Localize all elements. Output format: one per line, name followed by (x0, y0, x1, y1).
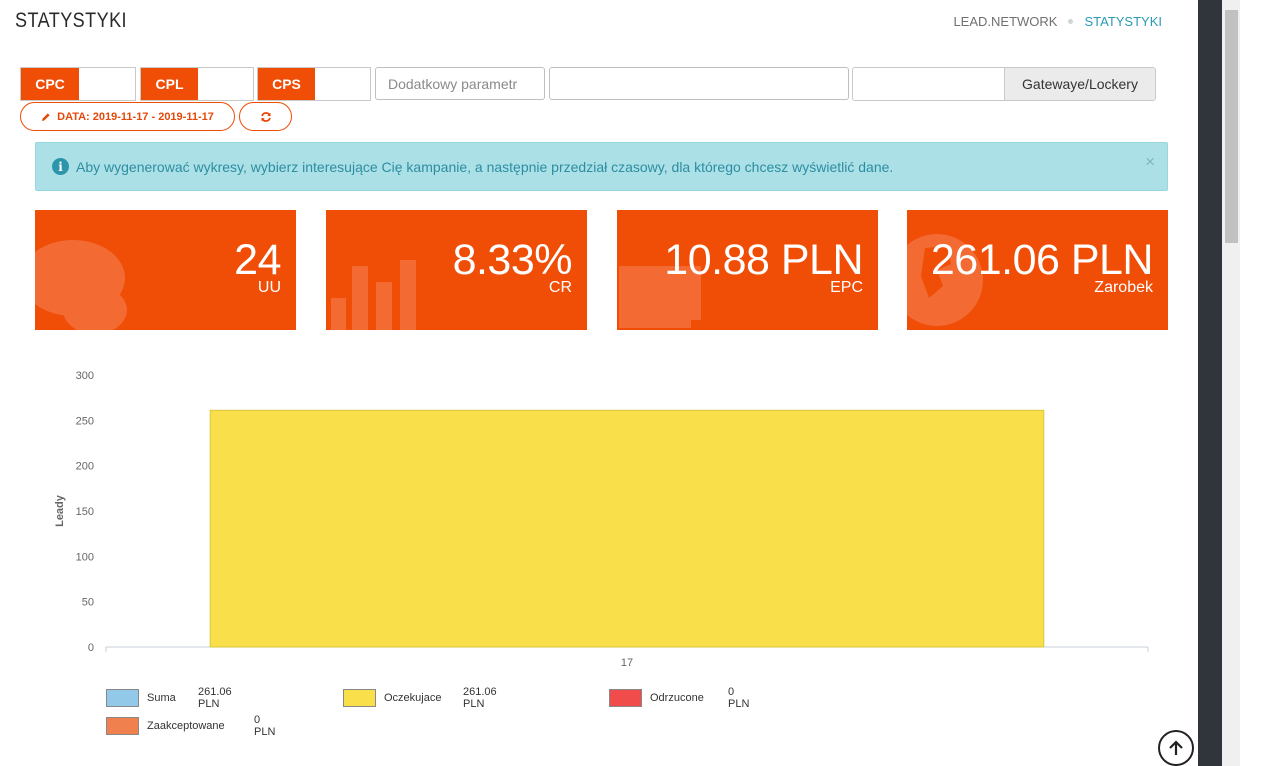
x-axis-labels: 17 (621, 657, 633, 669)
stat-label: EPC (830, 279, 863, 296)
breadcrumb: LEAD.NETWORK STATYSTYKI (953, 14, 1162, 29)
cpl-toggle[interactable]: CPL (140, 67, 254, 101)
legend-amount: 0 PLN (254, 714, 276, 738)
gateway-group: Gatewaye/Lockery (852, 67, 1156, 101)
breadcrumb-separator-dot (1068, 19, 1074, 24)
page-title: STATYSTYKI (15, 9, 128, 32)
y-axis-ticks: 0 50 100 150 200 250 300 (76, 370, 94, 654)
stat-tile-epc: 10.88 PLN EPC (617, 210, 878, 330)
y-tick-label: 250 (76, 415, 94, 427)
stat-value: 261.06 PLN (930, 236, 1154, 284)
stat-label: UU (257, 279, 281, 296)
pencil-icon (42, 112, 50, 121)
y-tick-label: 200 (76, 461, 94, 473)
stat-label: CR (548, 279, 572, 296)
arrow-up-circle-icon (1169, 740, 1183, 755)
window-margin (1240, 0, 1280, 766)
cpl-toggle-off[interactable] (198, 68, 253, 100)
legend-name: Odrzucone (650, 692, 704, 704)
stat-tile-uu: 24 UU (35, 210, 296, 330)
refresh-button[interactable] (239, 102, 292, 131)
stat-value: 24 (234, 236, 281, 284)
y-tick-label: 100 (76, 551, 94, 563)
legend-amount: 0 PLN (728, 686, 750, 710)
y-tick-label: 50 (82, 597, 94, 609)
y-tick-label: 300 (76, 370, 94, 382)
scroll-to-top-button[interactable] (1158, 730, 1194, 766)
cps-toggle[interactable]: CPS (257, 67, 371, 101)
legend-amount: 261.06 PLN (198, 686, 232, 710)
stat-tile-zarobek: 261.06 PLN Zarobek (907, 210, 1168, 330)
legend-item-zaakceptowane[interactable]: Zaakceptowane 0 PLN (106, 714, 275, 738)
legend-amount: 261.06 PLN (463, 686, 497, 710)
cpc-toggle[interactable]: CPC (20, 67, 136, 101)
cps-toggle-off[interactable] (315, 68, 370, 100)
bar-series (209, 409, 1045, 648)
legend-swatch (609, 689, 642, 707)
info-icon: i (52, 158, 69, 175)
legend-item-odrzucone[interactable]: Odrzucone 0 PLN (609, 686, 749, 710)
cpl-label[interactable]: CPL (141, 68, 198, 100)
legend-item-oczekujace[interactable]: Oczekujace 261.06 PLN (343, 686, 497, 710)
x-tick-label: 17 (621, 657, 633, 669)
alert-text: Aby wygenerować wykresy, wybierz interes… (76, 158, 894, 175)
legend-swatch (106, 717, 139, 735)
y-tick-label: 150 (76, 506, 94, 518)
legend-swatch (343, 689, 376, 707)
cpc-label[interactable]: CPC (21, 68, 79, 100)
breadcrumb-home[interactable]: LEAD.NETWORK (953, 14, 1057, 29)
scrollbar-thumb[interactable] (1225, 10, 1238, 243)
legend-name: Oczekujace (384, 692, 442, 704)
stat-value: 10.88 PLN (664, 236, 863, 284)
breadcrumb-current[interactable]: STATYSTYKI (1084, 14, 1162, 29)
legend-item-suma[interactable]: Suma 261.06 PLN (106, 686, 232, 710)
y-axis-title: Leady (54, 494, 66, 527)
bar-oczekujace[interactable] (209, 409, 1045, 648)
leady-chart: 0 50 100 150 200 250 300 17 Leady (54, 370, 1149, 669)
date-range-button[interactable]: DATA: 2019-11-17 - 2019-11-17 (20, 102, 235, 131)
stat-value: 8.33% (452, 236, 573, 284)
extra-param-input[interactable]: Dodatkowy parametr (375, 67, 545, 100)
date-range-label: DATA: 2019-11-17 - 2019-11-17 (57, 110, 214, 123)
page: STATYSTYKI LEAD.NETWORK STATYSTYKI CPC C… (0, 0, 1198, 766)
gateway-lockery-button[interactable]: Gatewaye/Lockery (1004, 68, 1155, 100)
close-icon[interactable]: × (1145, 152, 1155, 172)
legend-name: Zaakceptowane (147, 720, 225, 732)
y-tick-label: 0 (88, 642, 94, 654)
cpc-toggle-off[interactable] (79, 68, 135, 100)
info-alert: i Aby wygenerować wykresy, wybierz inter… (35, 142, 1168, 191)
gateway-input[interactable] (853, 68, 1004, 100)
refresh-icon (260, 111, 271, 122)
campaign-search-input[interactable] (549, 67, 849, 100)
legend-name: Suma (147, 692, 176, 704)
cps-label[interactable]: CPS (258, 68, 315, 100)
stat-label: Zarobek (1094, 279, 1153, 296)
stat-tile-cr: 8.33% CR (326, 210, 587, 330)
legend-swatch (106, 689, 139, 707)
